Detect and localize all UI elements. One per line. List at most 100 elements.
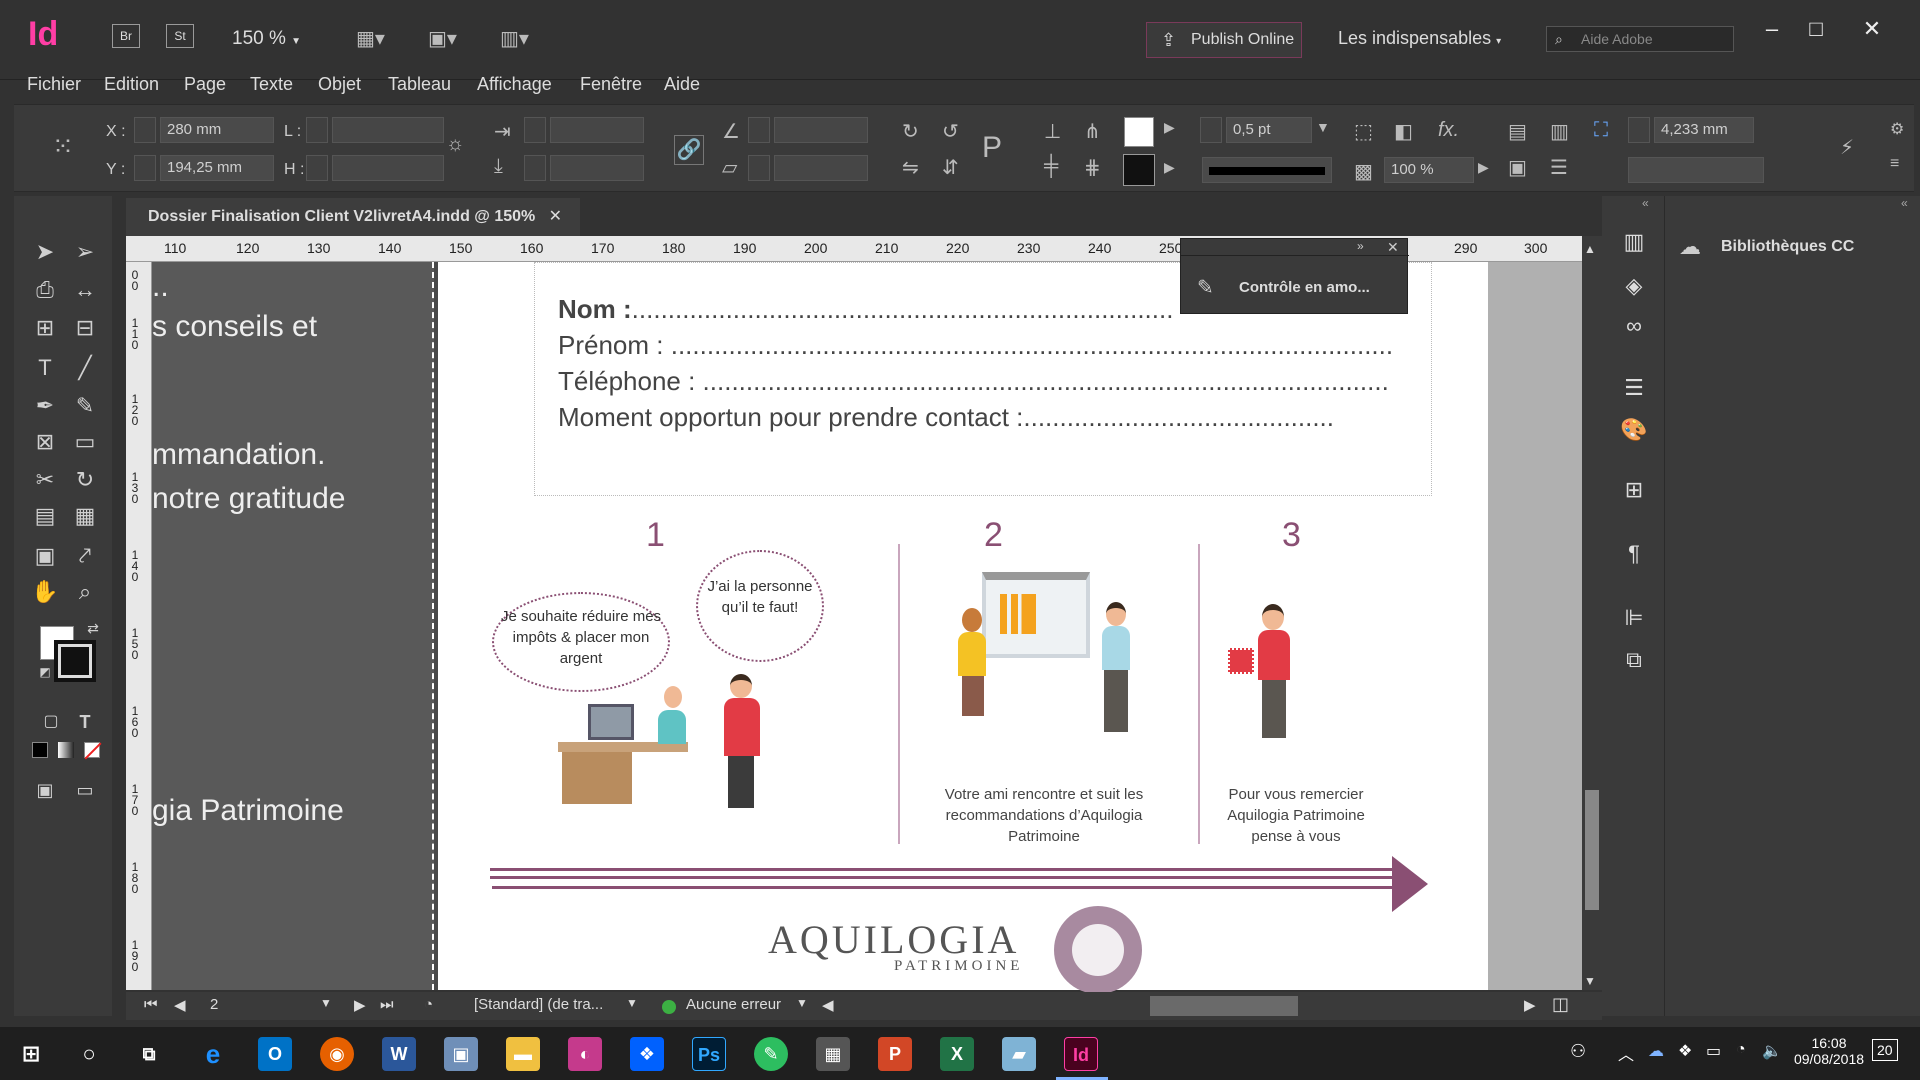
wifi-icon[interactable]: ◔ xyxy=(1736,1041,1746,1059)
dropbox-icon[interactable]: ❖ xyxy=(630,1037,664,1071)
zoom-tool-icon[interactable]: ⌕ xyxy=(68,576,102,608)
people-icon[interactable]: ⚇ xyxy=(1570,1041,1586,1062)
type-tool-icon[interactable]: T xyxy=(28,352,62,384)
cortana-icon[interactable]: ○ xyxy=(72,1037,106,1071)
collapse-dock-icon[interactable]: « xyxy=(1642,196,1649,210)
text-wrap-jump-icon[interactable]: ☰ xyxy=(1550,155,1568,180)
menu-fichier[interactable]: Fichier xyxy=(27,74,81,95)
y-position-field[interactable]: 194,25 mm xyxy=(160,155,274,181)
show-hidden-icons-icon[interactable]: ︿ xyxy=(1618,1041,1634,1065)
rotate-stepper[interactable] xyxy=(748,117,770,143)
page-tool-icon[interactable]: ⎙ xyxy=(28,274,62,306)
gap-tool-icon[interactable]: ↔ xyxy=(68,274,102,306)
link-scale-icon[interactable]: 🔗 xyxy=(674,135,704,165)
collapse-panel-icon[interactable]: » xyxy=(1357,239,1364,253)
chevron-down-icon[interactable]: ▼ xyxy=(320,996,332,1010)
stroke-color-swatch[interactable] xyxy=(54,640,96,682)
calculator-icon[interactable]: ▦ xyxy=(816,1037,850,1071)
effects-fx-icon[interactable]: fx. xyxy=(1438,119,1459,142)
pathfinder-panel-icon[interactable]: ⧉ xyxy=(1618,644,1650,676)
screen-mode-tool-icon[interactable]: ▭ xyxy=(68,774,102,806)
scroll-up-icon[interactable]: ▲ xyxy=(1584,242,1596,256)
distribute-icon[interactable]: ⋔ xyxy=(1084,119,1101,144)
excel-icon[interactable]: X xyxy=(940,1037,974,1071)
battery-icon[interactable]: ▭ xyxy=(1706,1041,1721,1061)
x-position-field[interactable]: 280 mm xyxy=(160,117,274,143)
auto-fit-icon[interactable]: ⛶ xyxy=(1594,119,1608,142)
scroll-down-icon[interactable]: ▼ xyxy=(1584,974,1596,988)
preflight-profile-dropdown[interactable]: [Standard] (de tra... xyxy=(474,996,603,1013)
swatches-panel-icon[interactable]: 🎨 xyxy=(1618,414,1650,446)
stroke-weight-stepper[interactable] xyxy=(1200,117,1222,143)
split-layout-icon[interactable]: ◫ xyxy=(1552,994,1569,1015)
rotate-cw-icon[interactable]: ↻ xyxy=(902,119,919,144)
evernote-icon[interactable]: ✎ xyxy=(754,1037,788,1071)
direct-selection-tool-icon[interactable]: ➢ xyxy=(68,236,102,268)
shear-field[interactable] xyxy=(774,155,868,181)
align-center-icon[interactable]: ╪ xyxy=(1044,155,1058,178)
apply-none-icon[interactable] xyxy=(84,742,102,760)
rotate-ccw-icon[interactable]: ↺ xyxy=(942,119,959,144)
cc-libraries-title[interactable]: Bibliothèques CC xyxy=(1721,238,1854,256)
menu-fenetre[interactable]: Fenêtre xyxy=(580,74,642,95)
menu-aide[interactable]: Aide xyxy=(664,74,700,95)
rectangle-frame-tool-icon[interactable]: ⊠ xyxy=(28,426,62,458)
offset-field[interactable]: 4,233 mm xyxy=(1654,117,1754,143)
constrain-proportions-icon[interactable]: ☼ xyxy=(446,133,464,156)
text-wrap-box-icon[interactable]: ▥ xyxy=(1550,119,1569,144)
swap-colors-icon[interactable]: ⇄ xyxy=(76,612,110,644)
outlook-icon[interactable]: O xyxy=(258,1037,292,1071)
vertical-scrollbar[interactable]: ▲ ▼ xyxy=(1582,236,1602,990)
hand-tool-icon[interactable]: ✋ xyxy=(28,576,62,608)
offset-stepper[interactable] xyxy=(1628,117,1650,143)
quick-apply-icon[interactable]: ⚡ xyxy=(1840,135,1854,160)
collapse-panel-icon[interactable]: « xyxy=(1901,196,1908,210)
fill-swatch[interactable] xyxy=(1124,117,1154,147)
chevron-down-icon[interactable]: ▼ xyxy=(626,996,638,1010)
stroke-weight-field[interactable]: 0,5 pt xyxy=(1226,117,1312,143)
x-stepper[interactable] xyxy=(134,117,156,143)
gradient-feather-tool-icon[interactable]: ▦ xyxy=(68,500,102,532)
height-stepper[interactable] xyxy=(306,155,328,181)
maximize-button[interactable]: □ xyxy=(1796,14,1836,44)
photoshop-icon[interactable]: Ps xyxy=(692,1037,726,1071)
gradient-swatch-tool-icon[interactable]: ▤ xyxy=(28,500,62,532)
width-field[interactable] xyxy=(332,117,444,143)
open-page-icon[interactable]: ◔ xyxy=(424,996,433,1013)
publish-online-button[interactable]: ⇪ Publish Online xyxy=(1146,22,1302,58)
file-explorer-icon[interactable]: ▬ xyxy=(506,1037,540,1071)
app-icon[interactable]: ◐ xyxy=(568,1037,602,1071)
flip-vertical-icon[interactable]: ⇵ xyxy=(942,155,959,180)
notes-app-icon[interactable]: ▰ xyxy=(1002,1037,1036,1071)
opacity-field[interactable]: 100 % xyxy=(1384,157,1474,183)
text-wrap-shape-icon[interactable]: ▣ xyxy=(1508,155,1527,180)
links-panel-icon[interactable]: ∞ xyxy=(1618,310,1650,342)
bridge-button[interactable]: Br xyxy=(112,24,140,48)
scroll-thumb[interactable] xyxy=(1585,790,1599,910)
firefox-icon[interactable]: ◉ xyxy=(320,1037,354,1071)
scissors-tool-icon[interactable]: ✂ xyxy=(28,464,62,496)
horizontal-scroll-thumb[interactable] xyxy=(1150,996,1298,1016)
close-button[interactable]: ✕ xyxy=(1852,14,1892,44)
chevron-down-icon[interactable]: ▼ xyxy=(1316,119,1330,135)
word-icon[interactable]: W xyxy=(382,1037,416,1071)
shear-stepper[interactable] xyxy=(748,155,770,181)
formatting-container-icon[interactable]: ▢ xyxy=(34,706,68,738)
default-colors-icon[interactable]: ◩ xyxy=(28,656,62,688)
align-panel-icon[interactable]: ⊫ xyxy=(1618,602,1650,634)
network-app-icon[interactable]: ▣ xyxy=(444,1037,478,1071)
distribute-horizontal-icon[interactable]: ⋕ xyxy=(1084,155,1101,180)
vertical-ruler[interactable]: 00 110 120 130 140 150 160 170 180 190 xyxy=(126,262,152,990)
stock-button[interactable]: St xyxy=(166,24,194,48)
document-page[interactable]: Nom :...................................… xyxy=(438,262,1488,994)
left-page-spread[interactable]: .. s conseils et mmandation. notre grati… xyxy=(152,262,434,990)
next-page-icon[interactable]: ▶ xyxy=(354,996,366,1014)
help-search-input[interactable]: ⌕ Aide Adobe xyxy=(1546,26,1734,52)
powerpoint-icon[interactable]: P xyxy=(878,1037,912,1071)
frame-fitting-icon[interactable]: ⬚ xyxy=(1354,119,1373,144)
dropbox-tray-icon[interactable]: ❖ xyxy=(1678,1041,1692,1061)
previous-page-icon[interactable]: ◀ xyxy=(174,996,186,1014)
menu-edition[interactable]: Edition xyxy=(104,74,159,95)
clock[interactable]: 16:08 09/08/2018 xyxy=(1788,1035,1870,1067)
normal-view-icon[interactable]: ▣ xyxy=(28,774,62,806)
